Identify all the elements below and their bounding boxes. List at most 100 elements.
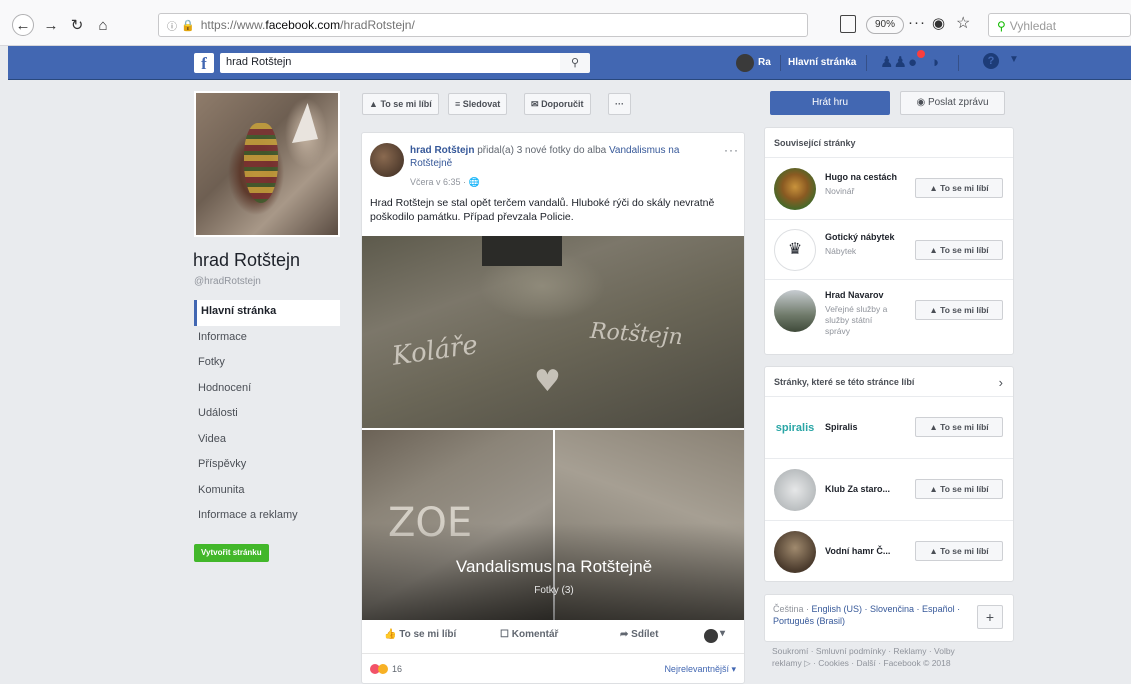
related-page-name[interactable]: Hrad Navarov: [825, 290, 884, 300]
notifications-icon[interactable]: ◑: [930, 53, 939, 73]
search-engine-icon: ⚲: [997, 19, 1006, 33]
related-page-row: Hugo na cestách Novinář ▲ To se mi líbí: [765, 158, 1013, 220]
page-nav: Hlavní stránka Informace Fotky Hodnocení…: [194, 300, 340, 530]
liked-pages-title: Stránky, které se této stránce líbí: [765, 367, 1013, 397]
liked-page-like-button[interactable]: ▲ To se mi líbí: [915, 541, 1003, 561]
liked-page-name[interactable]: Spiralis: [825, 422, 858, 432]
liked-page-like-button[interactable]: ▲ To se mi líbí: [915, 479, 1003, 499]
home-icon[interactable]: ⌂: [92, 14, 114, 36]
related-page-name[interactable]: Hugo na cestách: [825, 172, 897, 182]
post-reactions: 16 Nejrelevantnější ▾: [362, 654, 744, 683]
related-page-avatar[interactable]: ♛: [774, 229, 816, 271]
liked-page-avatar[interactable]: [774, 531, 816, 573]
reload-icon[interactable]: ↻: [66, 14, 88, 36]
search-icon[interactable]: ⚲: [560, 53, 590, 73]
messages-icon[interactable]: ●: [908, 53, 917, 73]
chevron-right-icon[interactable]: ›: [999, 375, 1003, 390]
liked-page-name[interactable]: Vodní hamr Č...: [825, 546, 890, 556]
post-comment-button[interactable]: ☐ Komentář: [500, 629, 558, 640]
nav-item-about[interactable]: Informace: [194, 326, 340, 352]
thumbs-up-icon: ▲: [929, 484, 938, 494]
related-page-like-button[interactable]: ▲ To se mi líbí: [915, 178, 1003, 198]
like-page-button[interactable]: ▲ To se mi líbí: [362, 93, 439, 115]
play-game-button[interactable]: Hrát hru: [770, 91, 890, 115]
related-page-row: ♛ Gotický nábytek Nábytek ▲ To se mi líb…: [765, 220, 1013, 280]
reader-view-icon[interactable]: [840, 15, 856, 33]
friend-requests-icon[interactable]: ♟♟: [880, 53, 907, 73]
url-path: /hradRotstejn/: [340, 18, 415, 32]
liked-page-name[interactable]: Klub Za staro...: [825, 484, 890, 494]
pocket-icon[interactable]: ◉: [932, 14, 945, 32]
browser-search-input[interactable]: ⚲ Vyhledat: [988, 13, 1131, 37]
thumbs-up-icon: ▲: [369, 99, 378, 109]
info-icon[interactable]: ⓘ: [167, 18, 177, 33]
recommend-icon: ✉: [531, 99, 539, 109]
user-avatar[interactable]: [736, 54, 754, 72]
page-actions-icon[interactable]: ···: [908, 14, 926, 31]
album-post: hrad Rotštejn přidal(a) 3 nové fotky do …: [361, 132, 745, 684]
post-action-text: přidal(a) 3 nové fotky do alba: [474, 145, 609, 156]
related-page-avatar[interactable]: [774, 168, 816, 210]
liked-page-avatar[interactable]: [774, 469, 816, 511]
back-arrow-icon[interactable]: ←: [12, 14, 34, 36]
facebook-logo[interactable]: f: [194, 53, 214, 73]
address-bar[interactable]: ⓘ 🔒 https://www. facebook.com/hradRotstej…: [158, 13, 808, 37]
nav-item-photos[interactable]: Fotky: [194, 351, 340, 377]
post-author-link[interactable]: hrad Rotštejn: [410, 145, 474, 156]
language-list: Čeština · English (US) · Slovenčina · Es…: [773, 603, 963, 627]
send-message-button[interactable]: ◉ Poslat zprávu: [900, 91, 1005, 115]
comment-sort[interactable]: Nejrelevantnější ▾: [664, 664, 736, 675]
follow-button[interactable]: ≡ Sledovat: [448, 93, 508, 115]
thumbs-up-icon: ▲: [929, 183, 938, 193]
post-author-avatar[interactable]: [370, 143, 404, 177]
album-photo-1[interactable]: Koláře Rotštejn ♥: [362, 236, 744, 428]
page-footer-links[interactable]: Soukromí · Smluvní podmínky · Reklamy · …: [772, 646, 972, 669]
page-profile-picture[interactable]: [194, 91, 340, 237]
nav-item-videos[interactable]: Videa: [194, 428, 340, 454]
nav-item-events[interactable]: Události: [194, 402, 340, 428]
create-page-button[interactable]: Vytvořit stránku: [194, 544, 269, 562]
zoom-level[interactable]: 90%: [866, 16, 905, 34]
haha-reaction-icon[interactable]: [378, 664, 388, 674]
post-options-icon[interactable]: ···: [724, 143, 739, 157]
reaction-count[interactable]: 16: [392, 664, 402, 674]
liked-page-avatar[interactable]: spiralis: [774, 407, 816, 449]
rock-opening-image: [292, 103, 318, 143]
liked-page-like-label: To se mi líbí: [940, 422, 989, 432]
add-language-button[interactable]: +: [977, 605, 1003, 629]
album-title[interactable]: Vandalismus na Rotštejně: [362, 557, 744, 577]
related-page-like-button[interactable]: ▲ To se mi líbí: [915, 240, 1003, 260]
comment-icon: ☐: [500, 629, 509, 640]
related-page-avatar[interactable]: [774, 290, 816, 332]
recommend-button[interactable]: ✉ Doporučit: [524, 93, 591, 115]
post-share-button[interactable]: ➦ Sdílet: [620, 629, 658, 640]
post-like-button[interactable]: 👍 To se mi líbí: [384, 629, 456, 640]
nav-item-info-ads[interactable]: Informace a reklamy: [194, 504, 340, 530]
post-timestamp[interactable]: Včera v 6:35 · 🌐: [410, 177, 480, 188]
facebook-search-input[interactable]: hrad Rotštejn: [220, 53, 560, 73]
url-prefix: https://www.: [200, 18, 266, 32]
current-language: Čeština ·: [773, 604, 812, 614]
page-handle[interactable]: @hradRotstejn: [194, 276, 261, 287]
help-icon[interactable]: ?: [983, 53, 999, 69]
page-name[interactable]: hrad Rotštejn: [193, 250, 300, 271]
home-link[interactable]: Hlavní stránka: [788, 57, 856, 68]
more-actions-button[interactable]: ···: [608, 93, 631, 115]
nav-item-community[interactable]: Komunita: [194, 479, 340, 505]
liked-page-like-button[interactable]: ▲ To se mi líbí: [915, 417, 1003, 437]
rock-shadow: [482, 236, 562, 266]
bookmark-star-icon[interactable]: ☆: [956, 13, 970, 33]
forward-arrow-icon[interactable]: →: [40, 14, 62, 36]
nav-item-home[interactable]: Hlavní stránka: [194, 300, 340, 326]
thumbs-up-icon: ▲: [929, 305, 938, 315]
post-as-avatar[interactable]: [704, 629, 718, 643]
user-name[interactable]: Ra: [758, 57, 771, 68]
graffiti-mark: Koláře: [390, 330, 480, 372]
chevron-down-icon[interactable]: ▾: [720, 628, 725, 639]
nav-item-reviews[interactable]: Hodnocení: [194, 377, 340, 403]
post-header: hrad Rotštejn přidal(a) 3 nové fotky do …: [410, 144, 710, 170]
related-page-name[interactable]: Gotický nábytek: [825, 232, 895, 242]
account-menu-icon[interactable]: ▼: [1009, 54, 1019, 65]
nav-item-posts[interactable]: Příspěvky: [194, 453, 340, 479]
related-page-like-button[interactable]: ▲ To se mi líbí: [915, 300, 1003, 320]
